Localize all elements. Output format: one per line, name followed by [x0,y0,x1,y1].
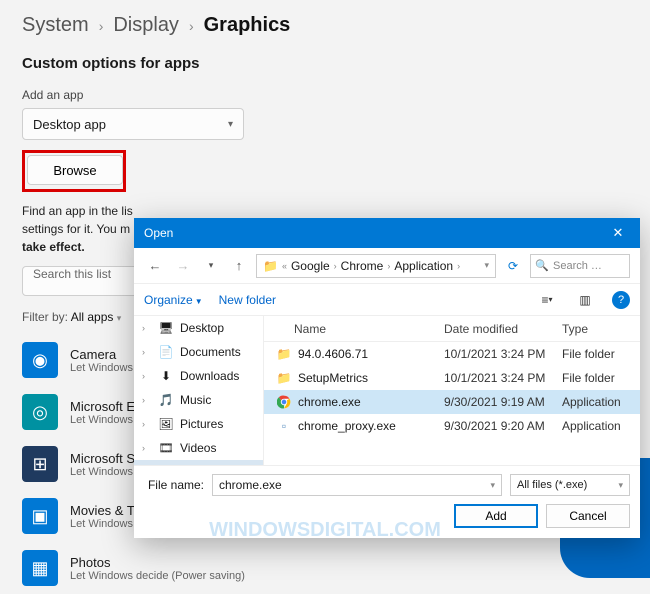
chevron-left-icon: « [282,261,287,271]
filename-label: File name: [144,478,204,492]
chrome-icon [276,394,292,410]
breadcrumb-system[interactable]: System [22,14,89,37]
file-row[interactable]: 📁SetupMetrics 10/1/2021 3:24 PMFile fold… [264,366,640,390]
filter-label: Filter by: [22,310,68,324]
organize-menu[interactable]: Organize▼ [144,293,203,307]
app-type-value: Desktop app [33,117,106,132]
tree-node[interactable]: ›🖼Pictures [134,412,263,436]
tree-node[interactable]: ›📄Documents [134,340,263,364]
section-heading: Custom options for apps [22,55,410,72]
file-row[interactable]: 📁94.0.4606.71 10/1/2021 3:24 PMFile fold… [264,342,640,366]
chevron-right-icon: › [189,18,194,34]
app-icon: ◉ [22,342,58,378]
refresh-icon[interactable]: ⟳ [502,255,524,277]
app-name: Camera [70,347,133,362]
app-sub: Let Windows [70,414,142,426]
breadcrumb-display[interactable]: Display [113,14,179,37]
back-button[interactable]: ← [144,255,166,277]
app-icon: ◎ [22,394,58,430]
chevron-down-icon: ▾ [117,313,122,323]
close-icon[interactable]: ✕ [596,218,640,248]
address-bar[interactable]: 📁 « Google› Chrome› Application› ▾ [256,254,496,278]
watermark: WINDOWSDIGITAL.COM [209,519,441,542]
file-list: Name Date modified Type 📁94.0.4606.71 10… [264,316,640,465]
chevron-down-icon[interactable]: ▾ [490,480,495,491]
search-icon: 🔍 [531,259,553,272]
chevron-down-icon[interactable]: ▾ [484,260,489,271]
add-button[interactable]: Add [454,504,538,528]
tree-node[interactable]: ›🎵Music [134,388,263,412]
chevron-right-icon: › [99,18,104,34]
app-icon: ⊞ [22,446,58,482]
new-folder-button[interactable]: New folder [219,293,276,307]
app-name: Microsoft St [70,451,139,466]
titlebar: Open ✕ [134,218,640,248]
breadcrumb: System › Display › Graphics [22,14,410,37]
filetype-combo[interactable]: All files (*.exe) ▾ [510,474,630,496]
highlight-box: Browse [22,150,126,192]
footer: File name: chrome.exe ▾ All files (*.exe… [134,465,640,504]
dialog-title: Open [144,226,173,240]
filter-value: All apps [71,310,114,324]
folder-icon: 📁 [276,346,292,362]
app-sub: Let Windows [70,466,139,478]
col-date[interactable]: Date modified [444,322,562,336]
tree-node[interactable]: ›⬇Downloads [134,364,263,388]
add-app-label: Add an app [22,88,410,102]
expand-icon[interactable]: › [142,323,152,333]
tree-node[interactable]: ›🖥Desktop [134,316,263,340]
app-icon: ▣ [22,498,58,534]
tree-node[interactable]: ›🎞Videos [134,436,263,460]
app-name: Microsoft Ed [70,399,142,414]
folder-icon: 📁 [276,370,292,386]
app-name: Photos [70,555,245,570]
up-button[interactable]: ↑ [228,255,250,277]
view-list-icon[interactable]: ≡▾ [536,293,558,307]
search-placeholder: Search … [553,260,602,272]
column-headers[interactable]: Name Date modified Type [264,316,640,342]
search-field[interactable]: 🔍 Search … [530,254,630,278]
app-sub: Let Windows [70,362,133,374]
browse-button[interactable]: Browse [27,155,123,185]
cancel-button[interactable]: Cancel [546,504,630,528]
help-icon[interactable]: ? [612,291,630,309]
app-sub: Let Windows [70,518,143,530]
path-seg[interactable]: Chrome [341,259,384,273]
recent-button[interactable]: ▾ [200,255,222,277]
toolbar: Organize▼ New folder ≡▾ ▥ ? [134,284,640,316]
application-icon: ▫ [276,418,292,434]
app-icon: ▦ [22,550,58,586]
app-sub: Let Windows decide (Power saving) [70,570,245,582]
breadcrumb-current: Graphics [204,14,291,37]
app-type-combo[interactable]: Desktop app ▾ [22,108,244,140]
file-row[interactable]: ▫chrome_proxy.exe 9/30/2021 9:20 AMAppli… [264,414,640,438]
col-name[interactable]: Name [264,322,444,336]
path-seg[interactable]: Application [394,259,453,273]
forward-button[interactable]: → [172,255,194,277]
preview-pane-icon[interactable]: ▥ [574,293,596,307]
col-type[interactable]: Type [562,322,640,336]
app-name: Movies & TV [70,503,143,518]
nav-tree: ›🖥Desktop ›📄Documents ›⬇Downloads ›🎵Musi… [134,316,264,465]
file-row[interactable]: chrome.exe 9/30/2021 9:19 AMApplication [264,390,640,414]
chevron-down-icon: ▼ [195,297,203,306]
path-seg[interactable]: Google [291,259,330,273]
open-dialog: Open ✕ ← → ▾ ↑ 📁 « Google› Chrome› Appli… [134,218,640,538]
chevron-down-icon: ▾ [618,480,623,491]
nav-row: ← → ▾ ↑ 📁 « Google› Chrome› Application›… [134,248,640,284]
folder-icon: 📁 [263,259,278,273]
list-item[interactable]: ▦ PhotosLet Windows decide (Power saving… [22,542,410,594]
filename-input[interactable]: chrome.exe ▾ [212,474,502,496]
chevron-down-icon: ▾ [228,119,233,130]
